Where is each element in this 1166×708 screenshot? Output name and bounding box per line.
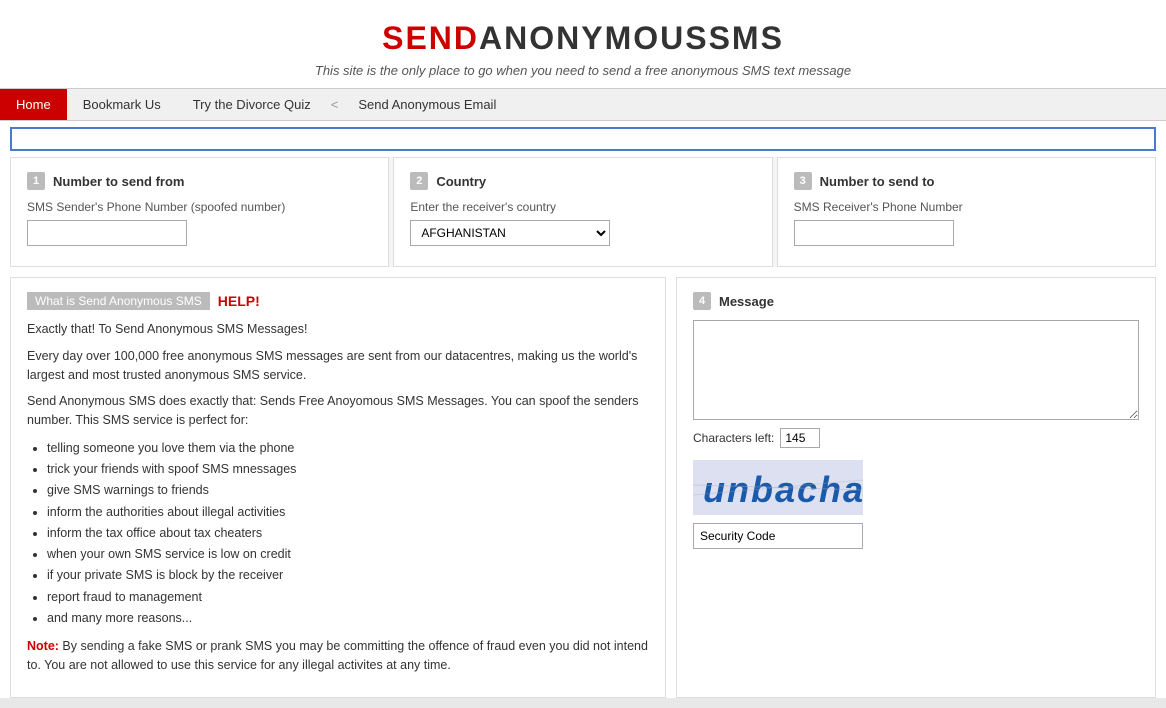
list-item: give SMS warnings to friends [47, 480, 649, 501]
chars-label: Characters left: [693, 431, 774, 445]
message-box: 4 Message Characters left: unbachar [676, 277, 1156, 698]
chars-row: Characters left: [693, 428, 1139, 448]
step-1-header: 1 Number to send from [27, 172, 372, 190]
steps-container: 1 Number to send from SMS Sender's Phone… [10, 157, 1156, 267]
help-text: HELP! [218, 293, 260, 309]
site-title: SENDANONYMOUSSMS [0, 20, 1166, 57]
title-rest: ANONYMOUSSMS [479, 20, 784, 56]
title-send: SEND [382, 20, 479, 56]
blue-accent-bar [10, 127, 1156, 151]
step-4-number: 4 [693, 292, 711, 310]
security-code-input[interactable] [693, 523, 863, 549]
list-item: and many more reasons... [47, 608, 649, 629]
list-item: inform the tax office about tax cheaters [47, 523, 649, 544]
sender-phone-input[interactable] [27, 220, 187, 246]
receiver-phone-input[interactable] [794, 220, 954, 246]
bottom-section: What is Send Anonymous SMS HELP! Exactly… [10, 277, 1156, 698]
header: SENDANONYMOUSSMS This site is the only p… [0, 0, 1166, 88]
list-item: when your own SMS service is low on cred… [47, 544, 649, 565]
info-list: telling someone you love them via the ph… [47, 438, 649, 629]
nav-anonymous-email[interactable]: Send Anonymous Email [342, 89, 512, 120]
step-3-title: Number to send to [820, 174, 935, 189]
list-item: trick your friends with spoof SMS mnessa… [47, 459, 649, 480]
country-select[interactable]: AFGHANISTANALBANIAALGERIAANDORRAANGOLAAR… [410, 220, 610, 246]
step-1-title: Number to send from [53, 174, 184, 189]
step-3-box: 3 Number to send to SMS Receiver's Phone… [777, 157, 1156, 267]
list-item: report fraud to management [47, 587, 649, 608]
nav-sep: < [327, 97, 343, 112]
header-subtitle: This site is the only place to go when y… [0, 63, 1166, 78]
nav-divorce-quiz[interactable]: Try the Divorce Quiz [177, 89, 327, 120]
info-para-1: Exactly that! To Send Anonymous SMS Mess… [27, 320, 649, 339]
message-header: 4 Message [693, 292, 1139, 310]
step-2-number: 2 [410, 172, 428, 190]
note-text: Note: By sending a fake SMS or prank SMS… [27, 637, 649, 675]
step-3-label: SMS Receiver's Phone Number [794, 200, 1139, 214]
step-3-header: 3 Number to send to [794, 172, 1139, 190]
note-label: Note: [27, 639, 62, 653]
list-item: telling someone you love them via the ph… [47, 438, 649, 459]
step-2-box: 2 Country Enter the receiver's country A… [393, 157, 772, 267]
info-content: Exactly that! To Send Anonymous SMS Mess… [27, 320, 649, 675]
info-para-3: Send Anonymous SMS does exactly that: Se… [27, 392, 649, 430]
step-1-box: 1 Number to send from SMS Sender's Phone… [10, 157, 389, 267]
captcha-image: unbachar [693, 460, 863, 515]
note-content: By sending a fake SMS or prank SMS you m… [27, 639, 648, 672]
nav-home[interactable]: Home [0, 89, 67, 120]
info-box: What is Send Anonymous SMS HELP! Exactly… [10, 277, 666, 698]
step-2-title: Country [436, 174, 486, 189]
info-para-2: Every day over 100,000 free anonymous SM… [27, 347, 649, 385]
nav-bar: Home Bookmark Us Try the Divorce Quiz < … [0, 88, 1166, 121]
list-item: inform the authorities about illegal act… [47, 502, 649, 523]
message-textarea[interactable] [693, 320, 1139, 420]
step-3-number: 3 [794, 172, 812, 190]
message-title: Message [719, 294, 774, 309]
nav-bookmark[interactable]: Bookmark Us [67, 89, 177, 120]
step-1-label: SMS Sender's Phone Number (spoofed numbe… [27, 200, 372, 214]
step-1-number: 1 [27, 172, 45, 190]
info-header: What is Send Anonymous SMS HELP! [27, 292, 649, 310]
captcha-svg: unbachar [693, 460, 863, 515]
list-item: if your private SMS is block by the rece… [47, 565, 649, 586]
info-tag: What is Send Anonymous SMS [27, 292, 210, 310]
step-2-header: 2 Country [410, 172, 755, 190]
step-2-label: Enter the receiver's country [410, 200, 755, 214]
chars-count-input[interactable] [780, 428, 820, 448]
